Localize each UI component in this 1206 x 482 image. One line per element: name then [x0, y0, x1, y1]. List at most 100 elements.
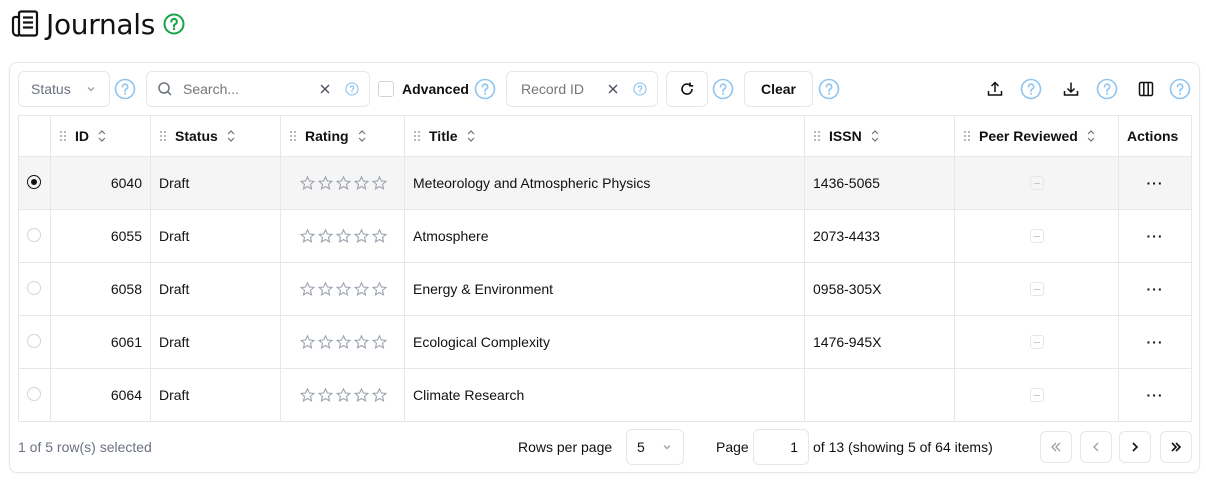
peer-reviewed-checkbox[interactable] [1029, 388, 1044, 402]
column-header-status[interactable]: Status [150, 115, 281, 157]
refresh-button[interactable] [666, 71, 708, 107]
sort-icon[interactable] [1086, 129, 1096, 143]
star-icon[interactable] [335, 281, 352, 297]
star-icon[interactable] [317, 175, 334, 191]
column-header-rating[interactable]: Rating [280, 115, 405, 157]
column-header-issn[interactable]: ISSN [804, 115, 955, 157]
row-select-cell[interactable] [18, 156, 51, 210]
column-header-id[interactable]: ID [50, 115, 151, 157]
star-icon[interactable] [371, 334, 388, 350]
sort-icon[interactable] [357, 129, 367, 143]
row-select-radio[interactable] [27, 280, 41, 295]
last-page-button[interactable] [1160, 431, 1192, 463]
help-icon[interactable] [1096, 78, 1118, 100]
star-icon[interactable] [299, 387, 316, 403]
peer-reviewed-checkbox[interactable] [1029, 335, 1044, 349]
sort-icon[interactable] [870, 129, 880, 143]
first-page-button[interactable] [1040, 431, 1072, 463]
help-icon[interactable] [474, 78, 496, 100]
star-icon[interactable] [335, 175, 352, 191]
advanced-checkbox[interactable] [378, 81, 394, 97]
help-icon[interactable] [1169, 78, 1191, 100]
record-id-input[interactable] [521, 81, 607, 97]
peer-reviewed-checkbox[interactable] [1029, 229, 1044, 243]
rows-per-page-select[interactable]: 5 [626, 429, 684, 465]
sort-icon[interactable] [97, 129, 107, 143]
row-select-cell[interactable] [18, 262, 51, 316]
help-icon[interactable] [818, 78, 840, 100]
star-icon[interactable] [335, 387, 352, 403]
star-icon[interactable] [299, 175, 316, 191]
peer-reviewed-checkbox[interactable] [1029, 282, 1044, 296]
sort-icon[interactable] [226, 129, 236, 143]
help-icon[interactable] [163, 13, 185, 35]
drag-handle-icon[interactable] [963, 130, 971, 142]
table-row[interactable]: 6040 Draft Meteorology and Atmospheric Phy… [18, 156, 1192, 210]
row-select-radio[interactable] [27, 227, 41, 242]
row-select-radio[interactable] [27, 386, 41, 401]
table-row[interactable]: 6061 Draft Ecological Complexity 1476-945X ·… [18, 315, 1192, 369]
star-icon[interactable] [335, 334, 352, 350]
rating-stars[interactable] [289, 334, 396, 350]
star-icon[interactable] [317, 334, 334, 350]
row-select-cell[interactable] [18, 209, 51, 263]
star-icon[interactable] [335, 228, 352, 244]
star-icon[interactable] [317, 281, 334, 297]
star-icon[interactable] [371, 387, 388, 403]
star-icon[interactable] [317, 387, 334, 403]
column-header-peer-reviewed[interactable]: Peer Reviewed [954, 115, 1119, 157]
rating-stars[interactable] [289, 281, 396, 297]
sort-icon[interactable] [466, 129, 476, 143]
row-actions-button[interactable]: ··· [1118, 156, 1192, 210]
help-icon[interactable] [1020, 78, 1042, 100]
rating-stars[interactable] [289, 175, 396, 191]
star-icon[interactable] [353, 281, 370, 297]
star-icon[interactable] [299, 228, 316, 244]
status-filter-select[interactable]: Status [18, 71, 110, 107]
row-actions-button[interactable]: ··· [1118, 368, 1192, 422]
upload-icon[interactable] [986, 80, 1004, 98]
drag-handle-icon[interactable] [289, 130, 297, 142]
help-icon[interactable] [712, 78, 734, 100]
row-select-cell[interactable] [18, 368, 51, 422]
download-icon[interactable] [1062, 80, 1080, 98]
drag-handle-icon[interactable] [413, 130, 421, 142]
table-row[interactable]: 6058 Draft Energy & Environment 0958-305X ··… [18, 262, 1192, 316]
search-box[interactable] [146, 71, 370, 107]
search-input[interactable] [183, 81, 319, 97]
star-icon[interactable] [353, 387, 370, 403]
row-actions-button[interactable]: ··· [1118, 209, 1192, 263]
star-icon[interactable] [353, 175, 370, 191]
drag-handle-icon[interactable] [813, 130, 821, 142]
star-icon[interactable] [353, 334, 370, 350]
drag-handle-icon[interactable] [59, 130, 67, 142]
clear-button[interactable]: Clear [744, 71, 813, 107]
drag-handle-icon[interactable] [159, 130, 167, 142]
row-actions-button[interactable]: ··· [1118, 262, 1192, 316]
row-select-radio[interactable] [27, 174, 41, 189]
star-icon[interactable] [371, 228, 388, 244]
star-icon[interactable] [299, 281, 316, 297]
table-row[interactable]: 6055 Draft Atmosphere 2073-4433 ··· [18, 209, 1192, 263]
previous-page-button[interactable] [1080, 431, 1112, 463]
row-select-cell[interactable] [18, 315, 51, 369]
page-number-input[interactable]: 1 [753, 429, 809, 465]
star-icon[interactable] [353, 228, 370, 244]
close-icon[interactable] [319, 83, 331, 95]
next-page-button[interactable] [1119, 431, 1151, 463]
peer-reviewed-checkbox[interactable] [1029, 176, 1044, 190]
row-actions-button[interactable]: ··· [1118, 315, 1192, 369]
help-icon[interactable] [633, 82, 647, 96]
rating-stars[interactable] [289, 228, 396, 244]
star-icon[interactable] [299, 334, 316, 350]
table-row[interactable]: 6064 Draft Climate Research ··· [18, 368, 1192, 422]
close-icon[interactable] [607, 83, 619, 95]
star-icon[interactable] [317, 228, 334, 244]
help-icon[interactable] [345, 82, 359, 96]
row-select-radio[interactable] [27, 333, 41, 348]
column-header-title[interactable]: Title [404, 115, 805, 157]
star-icon[interactable] [371, 175, 388, 191]
rating-stars[interactable] [289, 387, 396, 403]
help-icon[interactable] [114, 78, 136, 100]
advanced-toggle[interactable]: Advanced [378, 71, 469, 107]
